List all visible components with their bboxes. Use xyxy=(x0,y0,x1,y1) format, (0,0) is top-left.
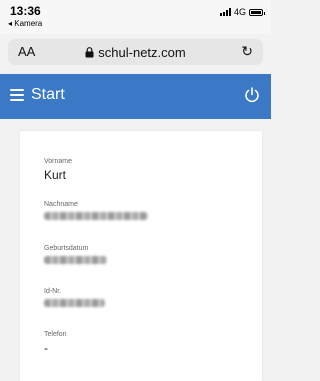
network-type: 4G xyxy=(233,7,246,17)
field-label: Vorname xyxy=(44,158,73,165)
page-title: Start xyxy=(31,86,65,103)
address-bar[interactable]: AA schul-netz.com ↻ xyxy=(8,39,263,65)
app-header: Start xyxy=(0,74,271,119)
redacted-value xyxy=(44,299,105,307)
field-value: - xyxy=(44,341,48,355)
field-value: Kurt xyxy=(44,168,67,182)
field-nachname: Nachname xyxy=(44,201,148,220)
field-label: Id-Nr. xyxy=(44,288,62,295)
domain-text: schul-netz.com xyxy=(98,45,186,60)
profile-card: Vorname Kurt Nachname Geburtsdatum Id-Nr… xyxy=(20,131,262,381)
field-id-nr: Id-Nr. xyxy=(44,288,105,307)
field-label: Telefon xyxy=(44,331,67,338)
signal-icon xyxy=(219,8,231,16)
reload-icon[interactable]: ↻ xyxy=(241,43,253,60)
field-label: Nachname xyxy=(44,201,78,208)
url-display[interactable]: schul-netz.com xyxy=(8,45,263,60)
battery-icon xyxy=(249,8,265,16)
status-time: 13:36 xyxy=(10,4,41,18)
redacted-value xyxy=(44,256,107,264)
field-telefon: Telefon - xyxy=(44,331,67,355)
field-label: Geburtsdatum xyxy=(44,245,89,252)
field-geburtsdatum: Geburtsdatum xyxy=(44,245,107,264)
status-indicators: 4G xyxy=(219,7,265,17)
back-to-app-link[interactable]: ◂ Kamera xyxy=(8,19,42,28)
field-vorname: Vorname Kurt xyxy=(44,158,72,182)
logout-power-icon[interactable] xyxy=(243,86,261,104)
status-bar: 13:36 ◂ Kamera 4G xyxy=(0,0,271,34)
lock-icon xyxy=(85,47,94,58)
hamburger-menu-icon[interactable] xyxy=(10,89,24,103)
redacted-value xyxy=(44,212,148,220)
